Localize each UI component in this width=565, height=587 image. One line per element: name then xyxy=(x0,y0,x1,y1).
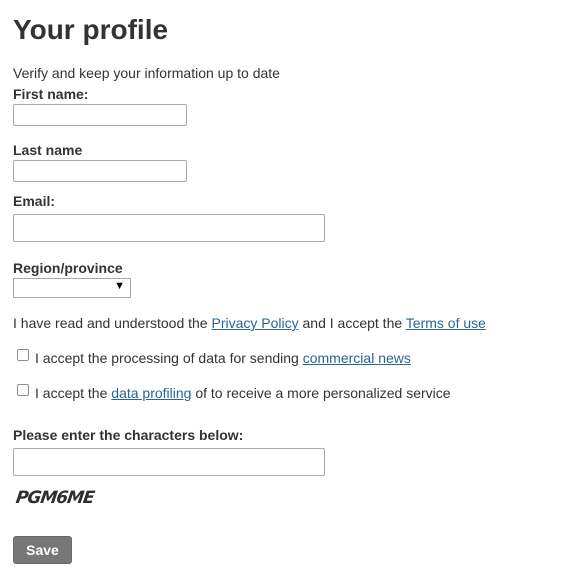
policy-middle-text: and I accept the xyxy=(298,315,406,331)
commercial-news-checkbox[interactable] xyxy=(17,349,29,361)
last-name-label: Last name xyxy=(13,142,83,158)
captcha-image-text: PGM6ME xyxy=(14,488,96,508)
region-select[interactable]: ▼ xyxy=(13,278,131,298)
data-profiling-suffix-text: of to receive a more personalized servic… xyxy=(191,385,451,401)
captcha-label: Please enter the characters below: xyxy=(13,427,244,443)
caret-down-icon: ▼ xyxy=(114,280,125,292)
page-title: Your profile xyxy=(13,14,169,45)
commercial-news-link[interactable]: commercial news xyxy=(303,350,411,366)
policy-statement: I have read and understood the Privacy P… xyxy=(13,315,486,331)
email-input[interactable] xyxy=(13,214,325,242)
email-label: Email: xyxy=(13,193,56,209)
page-subtitle: Verify and keep your information up to d… xyxy=(13,65,280,81)
privacy-policy-link[interactable]: Privacy Policy xyxy=(211,315,298,331)
data-profiling-label: I accept the data profiling of to receiv… xyxy=(35,385,451,401)
commercial-news-prefix-text: I accept the processing of data for send… xyxy=(35,350,303,366)
save-button[interactable]: Save xyxy=(13,536,72,564)
data-profiling-link[interactable]: data profiling xyxy=(111,385,191,401)
first-name-input[interactable] xyxy=(13,104,187,126)
commercial-news-label: I accept the processing of data for send… xyxy=(35,350,411,366)
data-profiling-checkbox[interactable] xyxy=(17,384,29,396)
terms-of-use-link[interactable]: Terms of use xyxy=(406,315,486,331)
captcha-input[interactable] xyxy=(13,448,325,476)
policy-prefix-text: I have read and understood the xyxy=(13,315,212,331)
captcha-image: PGM6ME xyxy=(15,488,96,508)
last-name-input[interactable] xyxy=(13,160,187,182)
region-label: Region/province xyxy=(13,260,123,276)
first-name-label: First name: xyxy=(13,86,89,102)
data-profiling-prefix-text: I accept the xyxy=(35,385,112,401)
